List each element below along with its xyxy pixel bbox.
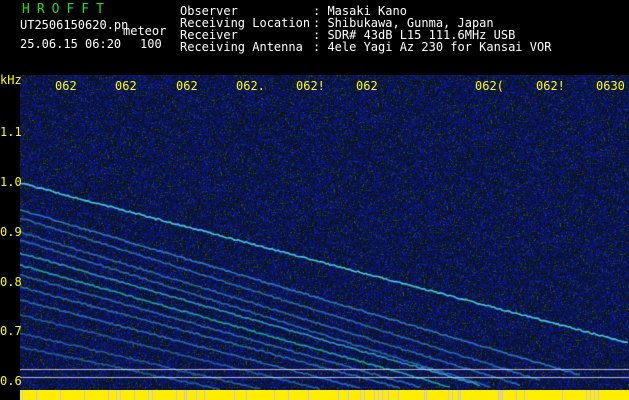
freq-label-1-0: 1.0: [0, 175, 22, 189]
time-tick: 062: [356, 79, 378, 93]
freq-label-0-8: 0.8: [0, 275, 22, 289]
filename: UT2506150620.pn: [20, 18, 129, 32]
antenna-label: Receiving Antenna: [180, 40, 303, 54]
freq-label-0-9: 0.9: [0, 225, 22, 239]
spectrogram: [20, 75, 629, 390]
time-tick: 062.: [236, 79, 265, 93]
time-tick: 062: [55, 79, 77, 93]
antenna-value: : 4ele Yagi Az 230 for Kansai VOR: [313, 40, 552, 54]
freq-unit-label: kHz: [0, 73, 22, 87]
signal-strip: [20, 390, 629, 400]
time-tick: 0630: [596, 79, 625, 93]
freq-label-1-1: 1.1: [0, 125, 22, 139]
program-title: HROFFT: [22, 2, 111, 17]
time-tick: 062: [176, 79, 198, 93]
header-panel: HROFFT UT2506150620.pn meteor 25.06.15 0…: [0, 0, 629, 75]
freq-label-0-6: 0.6: [0, 374, 22, 388]
freq-label-0-7: 0.7: [0, 324, 22, 338]
level-value: 100: [140, 37, 162, 51]
time-tick: 062!: [536, 79, 565, 93]
time-tick: 062: [115, 79, 137, 93]
time-tick: 062(: [475, 79, 504, 93]
time-tick: 062!: [296, 79, 325, 93]
datetime: 25.06.15 06:20: [20, 37, 122, 51]
